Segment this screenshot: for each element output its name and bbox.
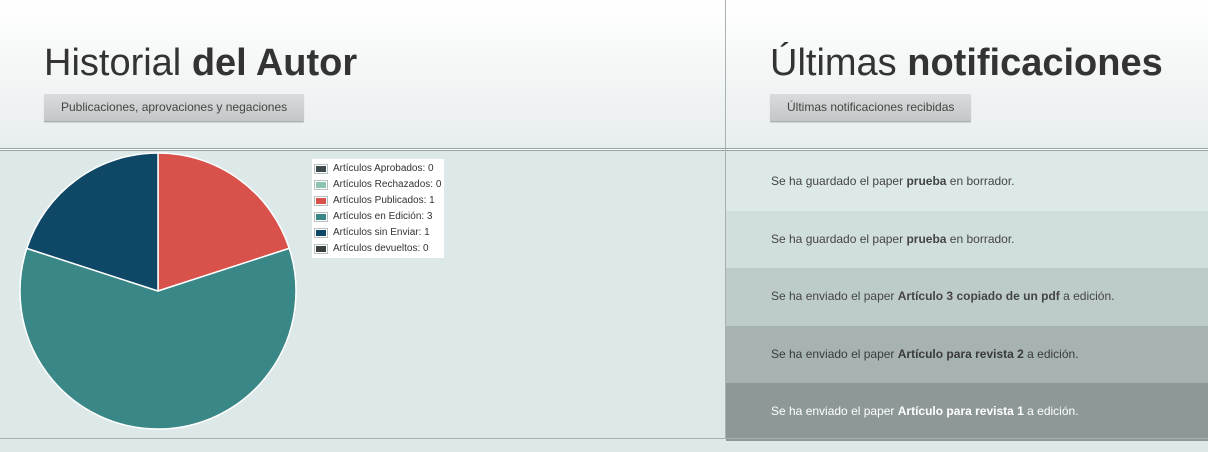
legend-label: Artículos devueltos: 0 [333,243,429,254]
title-normal-text: Historial [44,42,182,84]
notification-item[interactable]: Se ha enviado el paper Artículo para rev… [726,383,1208,441]
notification-prefix: Se ha enviado el paper [771,404,898,419]
notifications-list-area: Se ha guardado el paper prueba en borrad… [726,151,1208,441]
notification-suffix: en borrador. [946,174,1015,188]
legend-item: Artículos Aprobados: 0 [314,161,442,177]
notification-prefix: Se ha enviado el paper [771,346,898,361]
legend-swatch [314,212,328,222]
legend-label: Artículos sin Enviar: 1 [333,227,430,238]
chart-legend: Artículos Aprobados: 0 Artículos Rechazad… [312,159,445,258]
notification-suffix: a edición. [1059,289,1115,304]
notification-prefix: Se ha guardado el paper [771,231,907,246]
notification-paper-name: prueba [906,231,947,246]
notification-item[interactable]: Se ha enviado el paper Artículo 3 copiad… [726,268,1208,326]
author-history-pie-chart [19,152,297,430]
notification-item[interactable]: Se ha guardado el paper prueba en borrad… [726,210,1208,269]
notifications-panel: Últimas notificaciones Últimas notificac… [726,0,1208,441]
notification-item[interactable]: Se ha guardado el paper prueba en borrad… [726,153,1208,211]
notifications-header: Últimas notificaciones Últimas notificac… [726,0,1208,148]
legend-swatch [314,164,328,174]
legend-label: Artículos en Edición: 3 [333,211,433,222]
notification-list: Se ha guardado el paper prueba en borrad… [726,153,1208,441]
notification-paper-name: Artículo para revista 1 [897,404,1024,419]
legend-item: Artículos devueltos: 0 [314,241,442,257]
notification-suffix: en borrador. [946,231,1015,246]
notification-prefix: Se ha enviado el paper [771,289,898,304]
title-bold-text: del Autor [191,42,358,84]
legend-swatch [314,244,328,254]
author-history-title: Historial del Autor [44,42,357,85]
notifications-subtitle-button[interactable]: Últimas notificaciones recibidas [770,94,972,122]
notification-paper-name: Artículo 3 copiado de un pdf [897,289,1060,304]
legend-item: Artículos Publicados: 1 [314,193,442,209]
legend-swatch [314,196,328,206]
legend-swatch [314,228,328,238]
bottom-divider [0,438,1208,439]
legend-label: Artículos Rechazados: 0 [333,179,442,190]
legend-label: Artículos Publicados: 1 [333,195,435,206]
legend-item: Artículos en Edición: 3 [314,209,442,225]
notification-suffix: a edición. [1023,404,1079,419]
legend-label: Artículos Aprobados: 0 [333,163,434,174]
title-bold-text: notificaciones [907,42,1163,84]
notification-paper-name: Artículo para revista 2 [897,346,1024,361]
author-history-panel: Historial del Autor Publicaciones, aprov… [0,0,725,438]
title-normal-text: Últimas [770,42,897,84]
notification-item[interactable]: Se ha enviado el paper Artículo para rev… [726,325,1208,384]
legend-item: Artículos sin Enviar: 1 [314,225,442,241]
notification-suffix: a edición. [1023,346,1079,361]
legend-swatch [314,180,328,190]
notification-prefix: Se ha guardado el paper [771,174,907,188]
legend-item: Artículos Rechazados: 0 [314,177,442,193]
author-history-header: Historial del Autor Publicaciones, aprov… [0,0,725,148]
author-history-subtitle-button[interactable]: Publicaciones, aprovaciones y negaciones [44,94,305,122]
notifications-title: Últimas notificaciones [770,42,1163,85]
author-history-chart-area: Artículos Aprobados: 0 Artículos Rechazad… [0,151,725,438]
notification-paper-name: prueba [906,174,947,188]
